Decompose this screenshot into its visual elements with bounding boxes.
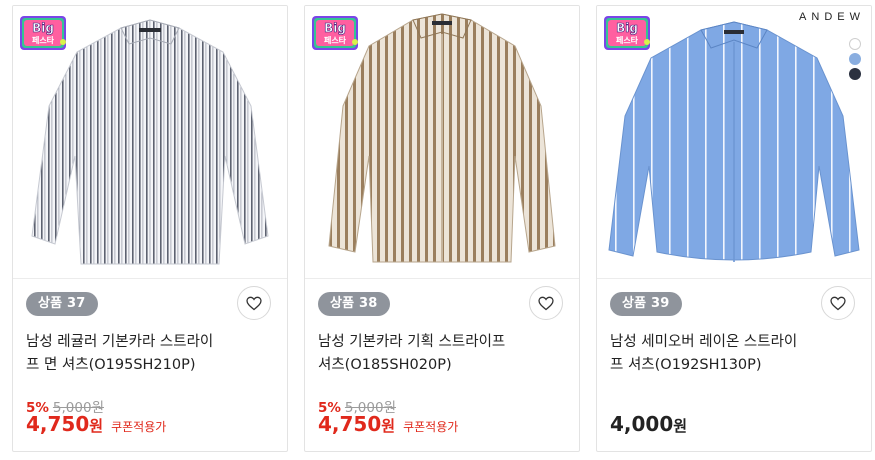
currency-unit: 원 [673, 417, 688, 435]
color-swatch[interactable] [849, 38, 861, 50]
svg-text:페스타: 페스타 [324, 35, 347, 45]
product-number-tag: 상품 37 [26, 292, 98, 316]
product-title-line: 프 면 셔츠(O195SH210P) [26, 357, 196, 373]
price-info: 4,750원 쿠폰적용가 [318, 412, 458, 436]
big-festa-badge: Big 페스타 [312, 16, 358, 50]
color-swatch[interactable] [849, 53, 861, 65]
product-title[interactable]: 남성 기본카라 기획 스트라이프 셔츠(O185SH020P) [318, 331, 548, 377]
product-number-tag: 상품 38 [318, 292, 390, 316]
product-title-line: 프 셔츠(O192SH130P) [610, 357, 762, 373]
svg-text:Big: Big [616, 21, 638, 35]
sale-price: 4,000 [610, 412, 674, 436]
currency-unit: 원 [89, 417, 104, 435]
heart-icon [538, 296, 554, 310]
color-swatches [849, 38, 861, 83]
divider [13, 278, 287, 279]
product-title[interactable]: 남성 세미오버 레이온 스트라이 프 셔츠(O192SH130P) [610, 331, 840, 377]
big-festa-badge: Big 페스타 [20, 16, 66, 50]
wishlist-button[interactable] [529, 286, 563, 320]
product-card[interactable]: Big 페스타 ANDEW 상품 39 남성 세미오버 레이온 스트라이 프 셔… [596, 5, 872, 452]
product-image[interactable]: Big 페스타 [13, 6, 287, 278]
product-card[interactable]: Big 페스타 상품 37 남성 레귤러 기본카라 스트라이 프 면 셔츠(O1… [12, 5, 288, 452]
svg-text:Big: Big [32, 21, 54, 35]
product-title-line: 남성 레귤러 기본카라 스트라이 [26, 334, 214, 350]
product-image[interactable]: Big 페스타 ANDEW [597, 6, 871, 278]
product-image[interactable]: Big 페스타 [305, 6, 579, 278]
wishlist-button[interactable] [237, 286, 271, 320]
coupon-label: 쿠폰적용가 [111, 420, 167, 434]
divider [305, 278, 579, 279]
divider [597, 278, 871, 279]
svg-text:Big: Big [324, 21, 346, 35]
wishlist-button[interactable] [821, 286, 855, 320]
heart-icon [830, 296, 846, 310]
heart-icon [246, 296, 262, 310]
price-info: 4,000원 [610, 412, 687, 436]
svg-text:페스타: 페스타 [32, 35, 55, 45]
product-title-line: 남성 세미오버 레이온 스트라이 [610, 334, 798, 350]
currency-unit: 원 [381, 417, 396, 435]
product-title-line: 남성 기본카라 기획 스트라이프 [318, 334, 506, 350]
product-number-tag: 상품 39 [610, 292, 682, 316]
product-card[interactable]: Big 페스타 상품 38 남성 기본카라 기획 스트라이프 셔츠(O185SH… [304, 5, 580, 452]
sale-price: 4,750 [318, 412, 382, 436]
svg-text:페스타: 페스타 [616, 35, 639, 45]
price-info: 4,750원 쿠폰적용가 [26, 412, 166, 436]
sale-price: 4,750 [26, 412, 90, 436]
big-festa-badge: Big 페스타 [604, 16, 650, 50]
brand-logo: ANDEW [799, 11, 865, 23]
color-swatch[interactable] [849, 68, 861, 80]
product-title-line: 셔츠(O185SH020P) [318, 357, 452, 373]
coupon-label: 쿠폰적용가 [403, 420, 459, 434]
product-title[interactable]: 남성 레귤러 기본카라 스트라이 프 면 셔츠(O195SH210P) [26, 331, 256, 377]
